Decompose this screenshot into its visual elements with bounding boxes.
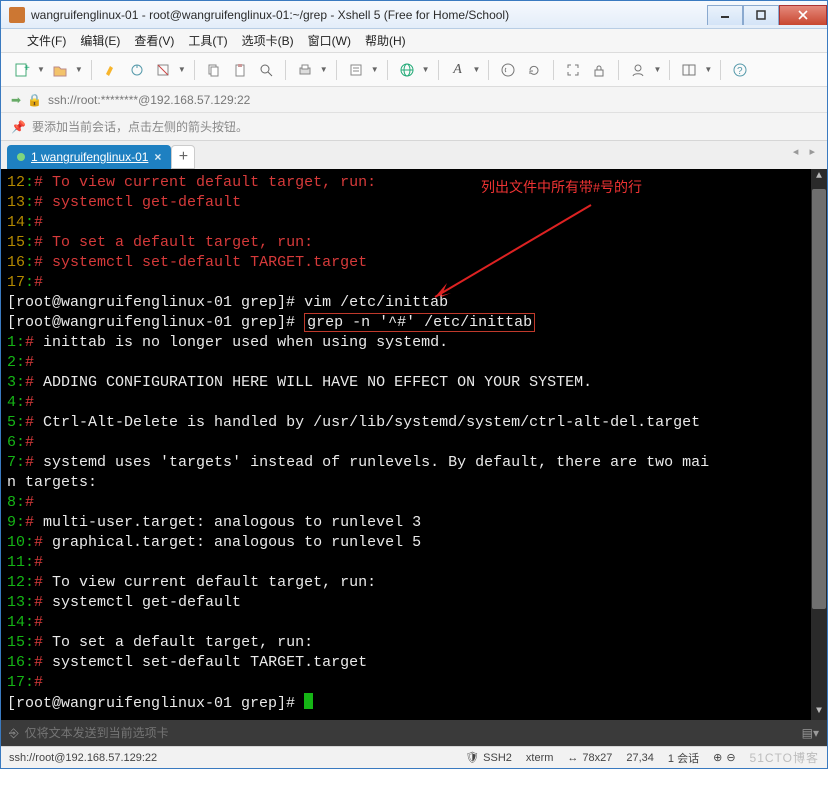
menu-file[interactable]: 文件(F) bbox=[21, 29, 72, 52]
status-dot-icon bbox=[17, 153, 25, 161]
terminal-viewport[interactable]: 12:# To view current default target, run… bbox=[1, 169, 827, 720]
disconnect-icon[interactable] bbox=[152, 59, 174, 81]
menu-help[interactable]: 帮助(H) bbox=[359, 29, 412, 52]
address-input[interactable] bbox=[48, 93, 817, 107]
fullscreen-icon[interactable] bbox=[562, 59, 584, 81]
menu-view[interactable]: 查看(V) bbox=[128, 29, 180, 52]
status-sessions: 1 会话 bbox=[668, 750, 699, 766]
separator bbox=[669, 60, 670, 80]
reconnect-icon[interactable] bbox=[126, 59, 148, 81]
separator bbox=[285, 60, 286, 80]
close-button[interactable] bbox=[779, 5, 827, 25]
font-icon[interactable]: A bbox=[447, 59, 469, 81]
separator bbox=[194, 60, 195, 80]
print-icon[interactable] bbox=[294, 59, 316, 81]
tab-label: 1 wangruifenglinux-01 bbox=[31, 150, 148, 164]
refresh-icon[interactable] bbox=[523, 59, 545, 81]
search-icon[interactable] bbox=[255, 59, 277, 81]
menu-tools[interactable]: 工具(T) bbox=[182, 29, 233, 52]
tab-close-icon[interactable]: × bbox=[154, 150, 161, 164]
svg-text:+: + bbox=[24, 63, 30, 74]
toolbar: +▼ ▼ ▼ ▼ ▼ ▼ A▼ ▼ ▼ ? bbox=[1, 53, 827, 87]
app-icon bbox=[9, 7, 25, 23]
minimize-button[interactable] bbox=[707, 5, 743, 25]
separator bbox=[553, 60, 554, 80]
send-input[interactable] bbox=[25, 726, 796, 740]
send-bar: ⎆ ▤▾ bbox=[1, 720, 827, 746]
separator bbox=[336, 60, 337, 80]
menu-edit[interactable]: 编辑(E) bbox=[74, 29, 126, 52]
help-icon[interactable]: ? bbox=[729, 59, 751, 81]
session-tabs: 1 wangruifenglinux-01 × + ◂ ▸ bbox=[1, 141, 827, 169]
status-pos: 27,34 bbox=[626, 752, 654, 764]
copy-icon[interactable] bbox=[203, 59, 225, 81]
address-bar: ➡ 🔒 bbox=[1, 87, 827, 113]
arrow-in-icon[interactable]: ➡ bbox=[11, 93, 21, 107]
plus-icon[interactable]: ⊕ bbox=[713, 751, 722, 764]
window-titlebar: wangruifenglinux-01 - root@wangruifengli… bbox=[1, 1, 827, 29]
send-icon[interactable]: ⎆ bbox=[9, 726, 19, 741]
pin-icon[interactable]: 📌 bbox=[11, 120, 26, 134]
send-target-icon[interactable]: ▤▾ bbox=[802, 726, 819, 740]
status-connection: ssh://root@192.168.57.129:22 bbox=[9, 752, 157, 764]
status-bar: ssh://root@192.168.57.129:22 🛡SSH2 xterm… bbox=[1, 746, 827, 768]
lock-icon[interactable] bbox=[588, 59, 610, 81]
hint-bar: 📌 要添加当前会话，点击左侧的箭头按钮。 bbox=[1, 113, 827, 141]
terminal-scrollbar[interactable]: ▲ ▼ bbox=[811, 169, 827, 720]
lock-small-icon: 🔒 bbox=[27, 93, 42, 107]
minus-icon[interactable]: ⊖ bbox=[726, 751, 735, 764]
resize-icon: ↔ bbox=[567, 752, 578, 764]
maximize-button[interactable] bbox=[743, 5, 779, 25]
menu-tab[interactable]: 选项卡(B) bbox=[236, 29, 300, 52]
status-size: ↔78x27 bbox=[567, 752, 612, 764]
separator bbox=[387, 60, 388, 80]
open-icon[interactable] bbox=[49, 59, 71, 81]
separator bbox=[91, 60, 92, 80]
menu-window[interactable]: 窗口(W) bbox=[302, 29, 357, 52]
status-term: xterm bbox=[526, 752, 554, 764]
properties-icon[interactable] bbox=[345, 59, 367, 81]
globe-icon[interactable] bbox=[396, 59, 418, 81]
user-icon[interactable] bbox=[627, 59, 649, 81]
cursor bbox=[304, 693, 313, 709]
separator bbox=[488, 60, 489, 80]
svg-text:?: ? bbox=[737, 66, 743, 77]
window-title: wangruifenglinux-01 - root@wangruifengli… bbox=[31, 8, 509, 22]
tab-add-button[interactable]: + bbox=[171, 145, 195, 169]
scroll-up-icon[interactable]: ▲ bbox=[811, 169, 827, 185]
separator bbox=[438, 60, 439, 80]
tab-session-1[interactable]: 1 wangruifenglinux-01 × bbox=[7, 145, 171, 169]
highlighted-command: grep -n '^#' /etc/inittab bbox=[304, 313, 535, 332]
encoding-icon[interactable] bbox=[497, 59, 519, 81]
shield-icon: 🛡 bbox=[465, 751, 479, 764]
layout-icon[interactable] bbox=[678, 59, 700, 81]
scroll-thumb[interactable] bbox=[812, 189, 826, 609]
new-session-icon[interactable]: + bbox=[11, 59, 33, 81]
highlight-icon[interactable] bbox=[100, 59, 122, 81]
watermark-text: 51CTO博客 bbox=[750, 749, 819, 766]
paste-icon[interactable] bbox=[229, 59, 251, 81]
menubar: 文件(F) 编辑(E) 查看(V) 工具(T) 选项卡(B) 窗口(W) 帮助(… bbox=[1, 29, 827, 53]
scroll-down-icon[interactable]: ▼ bbox=[811, 704, 827, 720]
tab-nav-arrows[interactable]: ◂ ▸ bbox=[793, 145, 819, 158]
status-ssh: 🛡SSH2 bbox=[465, 751, 512, 764]
hint-text: 要添加当前会话，点击左侧的箭头按钮。 bbox=[32, 118, 248, 135]
separator bbox=[618, 60, 619, 80]
separator bbox=[720, 60, 721, 80]
